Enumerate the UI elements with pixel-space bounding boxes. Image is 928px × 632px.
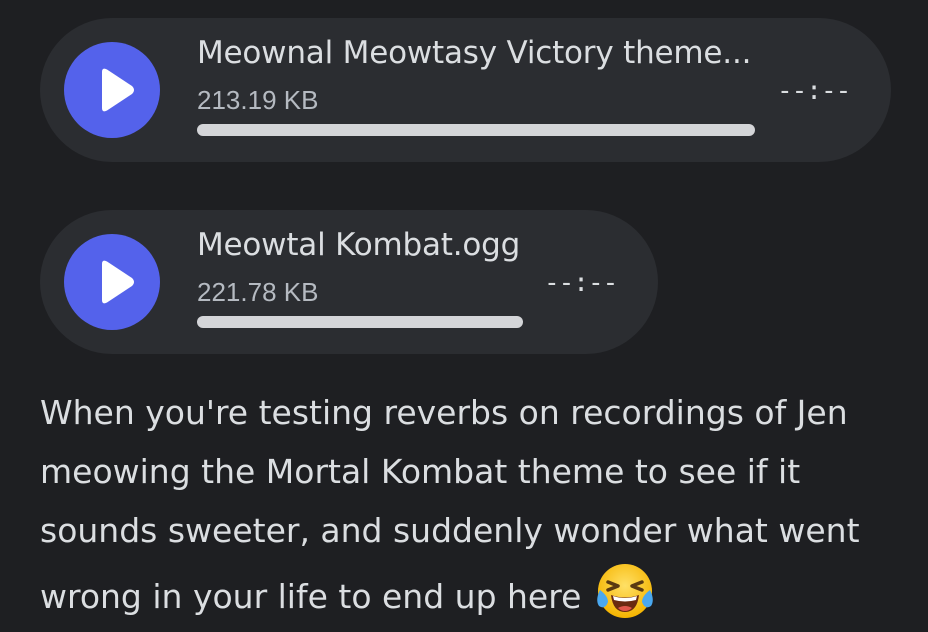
play-button[interactable] xyxy=(64,42,160,138)
face-with-tears-of-joy-icon xyxy=(594,560,656,622)
audio-progress-bar[interactable] xyxy=(197,124,755,136)
audio-attachment-player: Meownal Meowtasy Victory theme... 213.19… xyxy=(40,18,891,162)
message-text: When you're testing reverbs on recording… xyxy=(40,393,860,616)
message-content: When you're testing reverbs on recording… xyxy=(40,383,920,626)
audio-file-name[interactable]: Meownal Meowtasy Victory theme... xyxy=(197,35,751,71)
audio-file-size: 213.19 KB xyxy=(197,85,319,115)
audio-time: --:-- xyxy=(544,268,618,298)
audio-attachment-player: Meowtal Kombat.ogg 221.78 KB --:-- xyxy=(40,210,658,354)
play-icon xyxy=(102,260,134,304)
audio-file-name[interactable]: Meowtal Kombat.ogg xyxy=(197,227,520,263)
audio-file-size: 221.78 KB xyxy=(197,277,319,307)
audio-progress-bar[interactable] xyxy=(197,316,523,328)
play-icon xyxy=(102,68,134,112)
play-button[interactable] xyxy=(64,234,160,330)
audio-time: --:-- xyxy=(777,76,851,106)
